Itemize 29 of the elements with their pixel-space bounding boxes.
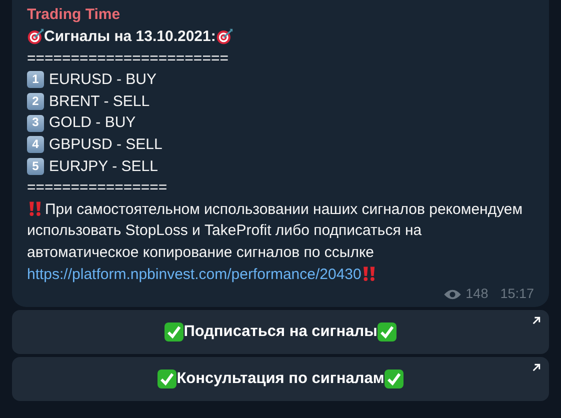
arrow-icon (532, 316, 541, 326)
target-icon (27, 28, 44, 46)
number-keycap: 3 (27, 114, 44, 132)
number-keycap: 5 (27, 158, 44, 175)
inline-button[interactable]: Консультация по сигналам (12, 357, 549, 402)
target-icon (216, 28, 233, 46)
signal-text: EURUSD - BUY (49, 70, 157, 90)
separator-text: ======================= (27, 48, 230, 69)
signal-text: GOLD - BUY (49, 113, 136, 134)
arrow-icon (532, 363, 541, 372)
view-count: 148 (466, 285, 488, 304)
number-keycap: 2 (27, 93, 44, 110)
check-mark-icon (156, 369, 177, 390)
sender-name: Trading Time (27, 5, 122, 25)
signal-text: GBPUSD - SELL (49, 134, 162, 155)
separator-text: ================ (27, 178, 168, 198)
inline-button[interactable]: Подписаться на сигналы (12, 310, 549, 354)
link[interactable]: https://platform.npbinvest.com/performance/20430 (27, 266, 362, 283)
check-mark-icon (377, 322, 398, 342)
signal-text: BRENT - SELL (49, 92, 150, 112)
check-mark-icon (384, 369, 404, 390)
heading-text: Сигналы на 13.10.2021: (44, 27, 216, 47)
warning-paragraph: При самостоятельном использовании наших сигналов рекомендуем использовать StopLoss и TakeProfit либо подписаться на автоматическое копирование сигналов по ссылке https://platform.npbinvest.com/performance/20430 (27, 198, 524, 285)
message-time: 15:17 (500, 285, 534, 304)
check-mark-icon (164, 322, 184, 342)
number-keycap: 1 (27, 71, 44, 88)
eye-icon (442, 288, 462, 301)
signal-text: EURJPY - SELL (49, 156, 158, 177)
number-keycap: 4 (27, 136, 44, 154)
